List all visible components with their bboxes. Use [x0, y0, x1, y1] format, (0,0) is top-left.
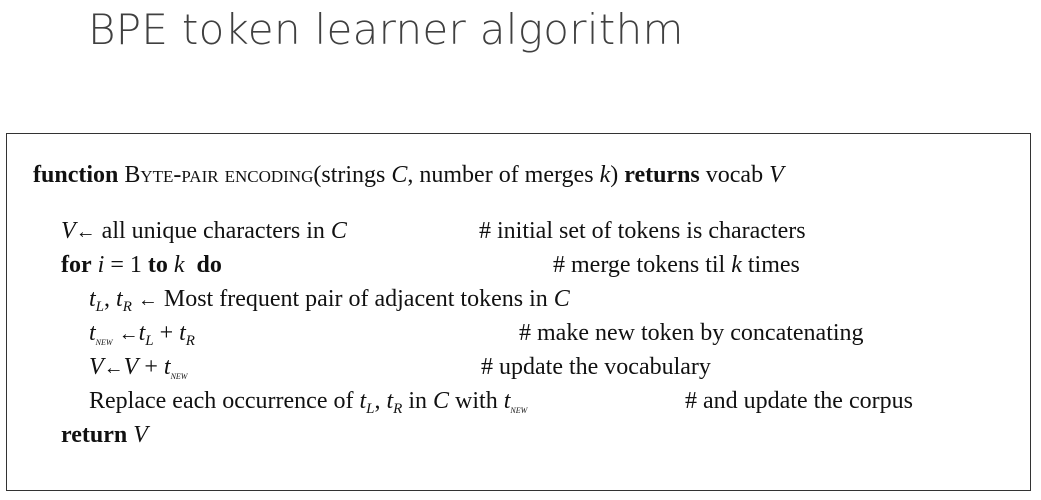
line-replace-occurrences: Replace each occurrence of tL, tR in C w… [89, 387, 528, 417]
algorithm-box: function Byte-pair encoding(strings C, n… [6, 133, 1031, 491]
token-t: t [116, 286, 123, 312]
line-init-vocab: V← all unique characters in C [61, 217, 347, 246]
subscript-l: L [366, 401, 375, 417]
comment-for-loop: # merge tokens til k times [553, 251, 800, 279]
loop-range: = 1 [104, 252, 148, 278]
slide-title: BPE token learner algorithm [88, 5, 684, 54]
in-text: in [402, 388, 434, 414]
var-v: V [61, 218, 76, 244]
line6-text: Replace each occurrence of [89, 388, 360, 414]
comment-pre: # merge tokens til [553, 252, 732, 278]
comment-replace-occurrences: # and update the corpus [685, 388, 913, 414]
token-t: t [163, 354, 171, 380]
subscript-r: R [393, 401, 403, 417]
var-c: C [433, 388, 450, 414]
subscript-new: new [510, 402, 528, 416]
keyword-function: function [33, 162, 119, 188]
param-k: k [599, 162, 611, 188]
subscript-l: L [95, 299, 105, 315]
assign-arrow: ← [118, 323, 139, 345]
keyword-do: do [196, 252, 222, 278]
subscript-r: R [122, 299, 132, 315]
returns-var: V [769, 162, 784, 188]
assign-arrow: ← [103, 357, 124, 379]
var-v: V [133, 422, 148, 448]
params-close: ) [610, 162, 625, 188]
var-v: V [123, 354, 139, 380]
subscript-new: new [95, 334, 113, 348]
line-return: return V [61, 421, 148, 449]
returns-text: vocab [699, 162, 770, 188]
subscript-l: L [145, 333, 154, 349]
var-v: V [89, 354, 104, 380]
comma: , [104, 286, 117, 312]
param-c: C [391, 162, 408, 188]
comment-k: k [731, 252, 742, 278]
params-open: (strings [313, 162, 392, 188]
keyword-return: return [61, 422, 128, 448]
keyword-returns: returns [624, 162, 700, 188]
line-most-frequent-pair: tL, tR ← Most frequent pair of adjacent … [89, 285, 570, 315]
keyword-for: for [61, 252, 92, 278]
params-mid: , number of merges [407, 162, 600, 188]
function-signature: function Byte-pair encoding(strings C, n… [33, 161, 784, 189]
token-t: t [89, 286, 96, 312]
var-k: k [173, 252, 185, 278]
with-text: with [449, 388, 504, 414]
assign-arrow: ← [137, 289, 158, 311]
line-update-vocab: V←V + tnew [89, 353, 187, 382]
comment-update-vocab: # update the vocabulary [481, 354, 711, 380]
assign-arrow: ← [75, 221, 96, 243]
function-name: Byte-pair encoding [124, 162, 313, 188]
plus: + [153, 320, 180, 346]
line-new-token: tnew ←tL + tR [89, 319, 195, 349]
comment-new-token: # make new token by concatenating [519, 320, 864, 346]
subscript-r: R [185, 333, 195, 349]
subscript-new: new [170, 368, 188, 382]
comment-post: times [741, 252, 800, 278]
line-for-loop: for i = 1 to k do [61, 251, 222, 279]
comment-init-vocab: # initial set of tokens is characters [479, 218, 806, 244]
var-c: C [330, 218, 347, 244]
keyword-to: to [147, 252, 168, 278]
var-c: C [553, 286, 570, 312]
line1-text: all unique characters in [95, 218, 331, 244]
token-t: t [179, 320, 186, 346]
function-name-rest: yte-pair encoding [140, 162, 314, 188]
function-name-initial: B [124, 162, 141, 188]
plus: + [138, 354, 164, 380]
token-t: t [89, 320, 96, 346]
comma: , [374, 388, 387, 414]
line3-text: Most frequent pair of adjacent tokens in [157, 286, 554, 312]
